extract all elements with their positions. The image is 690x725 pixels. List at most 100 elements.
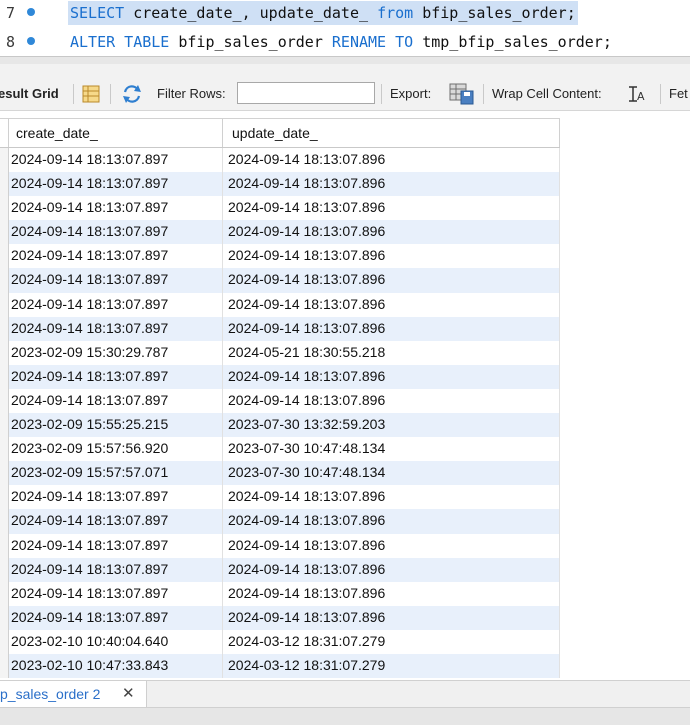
row-selector[interactable] (0, 172, 9, 197)
row-selector[interactable] (0, 461, 9, 486)
cell-update-date[interactable]: 2023-07-30 10:47:48.134 (228, 464, 385, 480)
cell-create-date[interactable]: 2024-09-14 18:13:07.897 (11, 247, 168, 263)
cell-create-date[interactable]: 2024-09-14 18:13:07.897 (11, 488, 168, 504)
cell-update-date[interactable]: 2024-09-14 18:13:07.896 (228, 537, 385, 553)
table-row[interactable]: 2024-09-14 18:13:07.897 2024-09-14 18:13:… (0, 485, 560, 510)
table-row[interactable]: 2024-09-14 18:13:07.897 2024-09-14 18:13:… (0, 316, 560, 341)
column-resize-handle[interactable] (559, 119, 560, 147)
cell-create-date[interactable]: 2024-09-14 18:13:07.897 (11, 512, 168, 528)
column-header-create-date[interactable]: create_date_ (16, 119, 98, 147)
table-row[interactable]: 2024-09-14 18:13:07.897 2024-09-14 18:13:… (0, 557, 560, 582)
cell-update-date[interactable]: 2024-05-21 18:30:55.218 (228, 344, 385, 360)
cell-update-date[interactable]: 2024-09-14 18:13:07.896 (228, 561, 385, 577)
cell-update-date[interactable]: 2024-09-14 18:13:07.896 (228, 199, 385, 215)
row-selector[interactable] (0, 340, 9, 365)
table-row[interactable]: 2024-09-14 18:13:07.897 2024-09-14 18:13:… (0, 581, 560, 606)
cell-update-date[interactable]: 2024-09-14 18:13:07.896 (228, 392, 385, 408)
row-selector[interactable] (0, 581, 9, 606)
cell-create-date[interactable]: 2024-09-14 18:13:07.897 (11, 609, 168, 625)
cell-update-date[interactable]: 2023-07-30 13:32:59.203 (228, 416, 385, 432)
row-selector[interactable] (0, 388, 9, 414)
table-row[interactable]: 2023-02-09 15:30:29.787 2024-05-21 18:30:… (0, 340, 560, 365)
table-row[interactable]: 2024-09-14 18:13:07.897 2024-09-14 18:13:… (0, 172, 560, 197)
cell-update-date[interactable]: 2024-09-14 18:13:07.896 (228, 609, 385, 625)
cell-create-date[interactable]: 2024-09-14 18:13:07.897 (11, 296, 168, 312)
cell-update-date[interactable]: 2024-09-14 18:13:07.896 (228, 296, 385, 312)
cell-update-date[interactable]: 2024-09-14 18:13:07.896 (228, 512, 385, 528)
cell-create-date[interactable]: 2023-02-09 15:30:29.787 (11, 344, 168, 360)
cell-update-date[interactable]: 2024-09-14 18:13:07.896 (228, 585, 385, 601)
cell-update-date[interactable]: 2024-09-14 18:13:07.896 (228, 320, 385, 336)
table-row[interactable]: 2023-02-09 15:55:25.215 2023-07-30 13:32:… (0, 413, 560, 438)
table-row[interactable]: 2024-09-14 18:13:07.897 2024-09-14 18:13:… (0, 292, 560, 317)
row-selector[interactable] (0, 244, 9, 269)
cell-update-date[interactable]: 2024-09-14 18:13:07.896 (228, 223, 385, 239)
editor-line-8[interactable]: 8 ALTER TABLE bfip_sales_order RENAME TO… (0, 29, 690, 55)
row-selector[interactable] (0, 605, 9, 630)
table-row[interactable]: 2024-09-14 18:13:07.897 2024-09-14 18:13:… (0, 268, 560, 293)
cell-create-date[interactable]: 2024-09-14 18:13:07.897 (11, 585, 168, 601)
column-resize-handle[interactable] (222, 119, 223, 147)
cell-create-date[interactable]: 2024-09-14 18:13:07.897 (11, 320, 168, 336)
row-selector[interactable] (0, 220, 9, 245)
row-selector[interactable] (0, 268, 9, 293)
filter-rows-input[interactable] (237, 82, 375, 104)
row-selector[interactable] (0, 316, 9, 341)
cell-update-date[interactable]: 2024-09-14 18:13:07.896 (228, 368, 385, 384)
row-selector[interactable] (0, 509, 9, 534)
cell-update-date[interactable]: 2024-09-14 18:13:07.896 (228, 271, 385, 287)
table-row[interactable]: 2024-09-14 18:13:07.897 2024-09-14 18:13:… (0, 533, 560, 558)
cell-update-date[interactable]: 2023-07-30 10:47:48.134 (228, 440, 385, 456)
cell-create-date[interactable]: 2023-02-09 15:57:57.071 (11, 464, 168, 480)
result-grid[interactable]: create_date_ update_date_ 2024-09-14 18:… (0, 118, 560, 679)
table-row[interactable]: 2024-09-14 18:13:07.897 2024-09-14 18:13:… (0, 148, 560, 173)
table-row[interactable]: 2024-09-14 18:13:07.897 2024-09-14 18:13:… (0, 244, 560, 269)
table-row[interactable]: 2024-09-14 18:13:07.897 2024-09-14 18:13:… (0, 364, 560, 389)
table-row[interactable]: 2024-09-14 18:13:07.897 2024-09-14 18:13:… (0, 605, 560, 630)
result-tab[interactable]: p_sales_order 2 ✕ (0, 681, 147, 707)
cell-create-date[interactable]: 2024-09-14 18:13:07.897 (11, 561, 168, 577)
table-row[interactable]: 2024-09-14 18:13:07.897 2024-09-14 18:13:… (0, 388, 560, 414)
row-selector[interactable] (0, 413, 9, 438)
row-selector[interactable] (0, 196, 9, 221)
cell-update-date[interactable]: 2024-09-14 18:13:07.896 (228, 175, 385, 191)
breakpoint-dot-icon[interactable] (27, 8, 35, 16)
cell-create-date[interactable]: 2023-02-09 15:57:56.920 (11, 440, 168, 456)
refresh-icon[interactable] (121, 84, 143, 107)
cell-update-date[interactable]: 2024-09-14 18:13:07.896 (228, 247, 385, 263)
cell-create-date[interactable]: 2023-02-10 10:47:33.843 (11, 657, 168, 673)
sql-statement-alter[interactable]: ALTER TABLE bfip_sales_order RENAME TO t… (68, 30, 614, 54)
row-selector[interactable] (0, 629, 9, 654)
cell-create-date[interactable]: 2023-02-09 15:55:25.215 (11, 416, 168, 432)
cell-create-date[interactable]: 2023-02-10 10:40:04.640 (11, 633, 168, 649)
table-row[interactable]: 2023-02-09 15:57:57.071 2023-07-30 10:47:… (0, 461, 560, 486)
cell-update-date[interactable]: 2024-03-12 18:31:07.279 (228, 633, 385, 649)
column-header-update-date[interactable]: update_date_ (232, 119, 318, 147)
row-selector[interactable] (0, 437, 9, 462)
result-tab-label[interactable]: p_sales_order 2 (0, 686, 100, 702)
cell-create-date[interactable]: 2024-09-14 18:13:07.897 (11, 368, 168, 384)
cell-update-date[interactable]: 2024-09-14 18:13:07.896 (228, 151, 385, 167)
table-row[interactable]: 2024-09-14 18:13:07.897 2024-09-14 18:13:… (0, 220, 560, 245)
cell-create-date[interactable]: 2024-09-14 18:13:07.897 (11, 199, 168, 215)
breakpoint-dot-icon[interactable] (27, 37, 35, 45)
cell-create-date[interactable]: 2024-09-14 18:13:07.897 (11, 151, 168, 167)
cell-create-date[interactable]: 2024-09-14 18:13:07.897 (11, 537, 168, 553)
cell-create-date[interactable]: 2024-09-14 18:13:07.897 (11, 271, 168, 287)
sql-editor[interactable]: 7 SELECT create_date_, update_date_ from… (0, 0, 690, 56)
cell-update-date[interactable]: 2024-03-12 18:31:07.279 (228, 657, 385, 673)
table-row[interactable]: 2023-02-10 10:40:04.640 2024-03-12 18:31:… (0, 629, 560, 654)
cell-create-date[interactable]: 2024-09-14 18:13:07.897 (11, 175, 168, 191)
table-row[interactable]: 2024-09-14 18:13:07.897 2024-09-14 18:13:… (0, 509, 560, 534)
table-row[interactable]: 2024-09-14 18:13:07.897 2024-09-14 18:13:… (0, 196, 560, 221)
grid-form-icon[interactable] (82, 85, 100, 106)
export-file-icon[interactable] (449, 83, 475, 108)
row-selector[interactable] (0, 653, 9, 679)
row-selector[interactable] (0, 533, 9, 558)
cell-update-date[interactable]: 2024-09-14 18:13:07.896 (228, 488, 385, 504)
close-icon[interactable]: ✕ (122, 684, 135, 702)
row-selector[interactable] (0, 485, 9, 510)
result-grid-tab-label[interactable]: esult Grid (0, 86, 59, 101)
sql-statement-select[interactable]: SELECT create_date_, update_date_ from b… (68, 1, 578, 25)
table-row[interactable]: 2023-02-09 15:57:56.920 2023-07-30 10:47:… (0, 437, 560, 462)
